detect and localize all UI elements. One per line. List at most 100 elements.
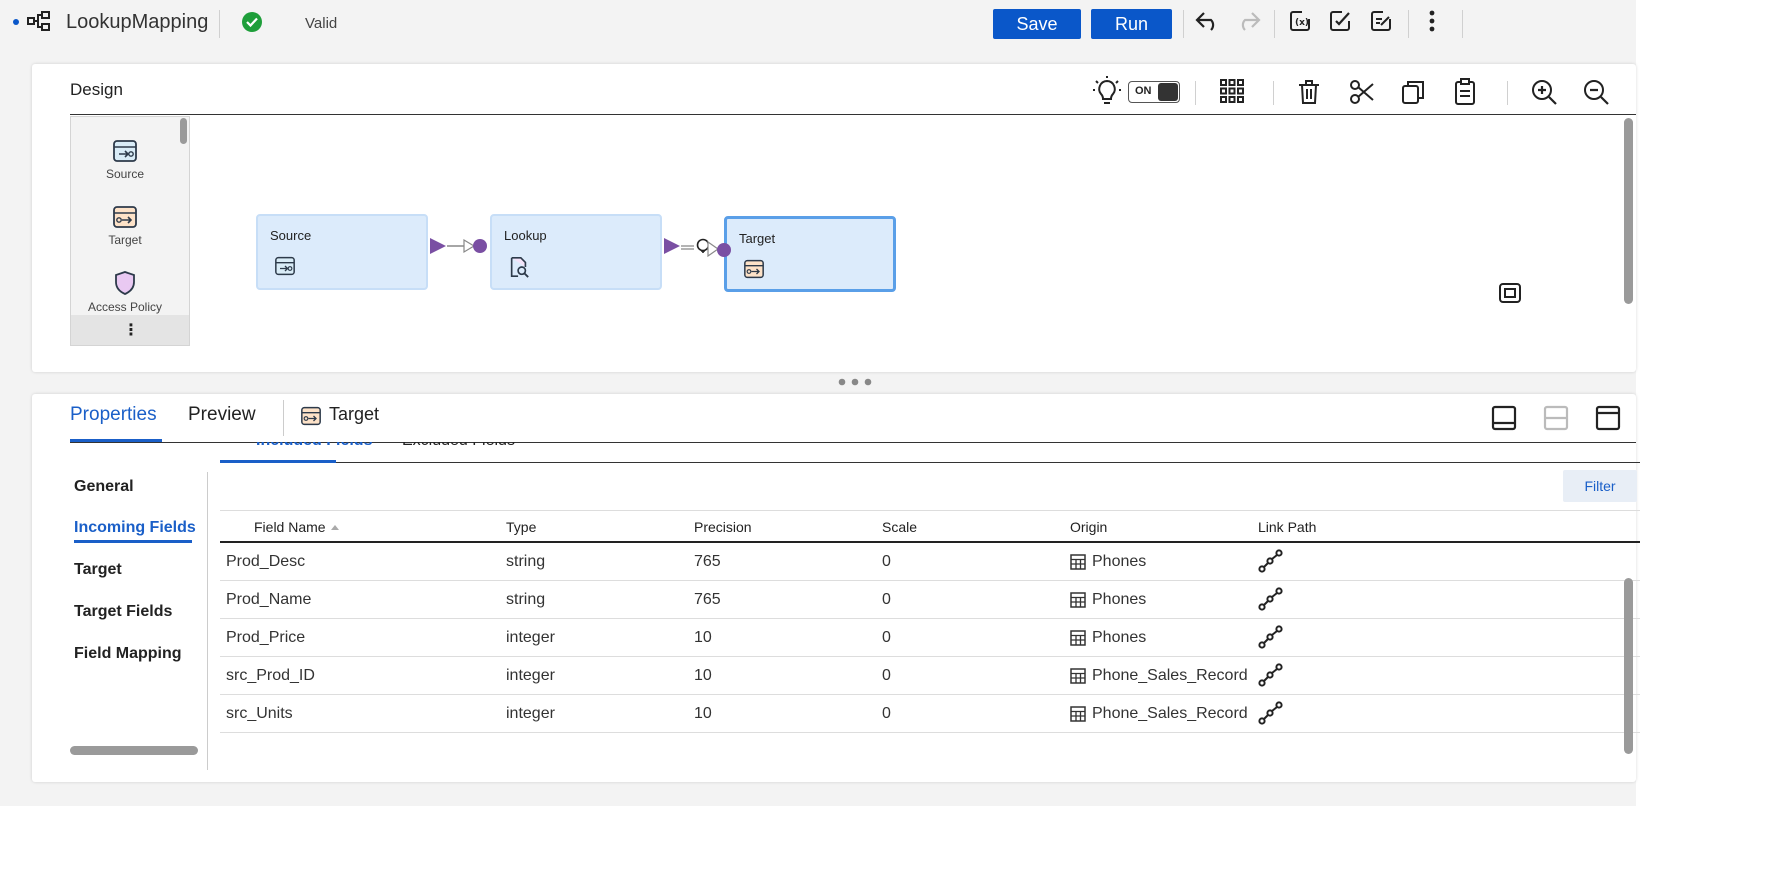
cell-field-name: Prod_Name [226, 591, 312, 608]
palette-label: Access Policy [87, 300, 163, 314]
subtab-included-fields[interactable]: Included Fields [256, 442, 372, 450]
undo-icon[interactable] [1193, 6, 1223, 36]
origin-name: Phones [1092, 629, 1147, 646]
sidebar-item-target[interactable]: Target [74, 561, 122, 579]
cell-type: integer [506, 705, 555, 722]
column-header-type[interactable]: Type [506, 519, 536, 535]
run-button[interactable]: Run [1091, 9, 1172, 39]
column-header-field-name[interactable]: Field Name [254, 519, 340, 535]
column-header-link-path[interactable]: Link Path [1258, 519, 1316, 535]
mapping-title[interactable]: LookupMapping [66, 11, 208, 34]
palette-more-button[interactable]: ⋮ [71, 315, 189, 345]
table-icon [1070, 706, 1086, 722]
link-path-icon[interactable] [1258, 625, 1284, 649]
paste-icon[interactable] [1453, 78, 1477, 106]
tab-properties[interactable]: Properties [70, 404, 157, 426]
subtabs: Included Fields Excluded Fields [220, 442, 1640, 460]
subtab-excluded-fields[interactable]: Excluded Fields [402, 442, 515, 450]
lookup-icon [508, 256, 530, 278]
more-icon[interactable] [1417, 6, 1447, 36]
palette-label: Source [105, 167, 145, 181]
properties-panel: Properties Preview Target General Incomi… [32, 394, 1640, 782]
maximize-panel-icon[interactable] [1595, 405, 1621, 431]
design-panel: Design ON Source Target Access Policy ⋮ … [32, 64, 1636, 372]
design-label: Design [70, 80, 123, 99]
sidebar-item-field-mapping[interactable]: Field Mapping [74, 645, 182, 663]
palette-item-access-policy[interactable]: Access Policy [71, 270, 179, 314]
table-icon [1070, 592, 1086, 608]
origin-name: Phone_Sales_Record [1092, 705, 1248, 722]
origin-name: Phones [1092, 553, 1147, 570]
node-source[interactable]: Source [256, 214, 428, 290]
save-button[interactable]: Save [993, 9, 1081, 39]
link-lookup-target[interactable] [662, 232, 734, 266]
node-label: Lookup [504, 228, 547, 243]
cell-scale: 0 [882, 629, 891, 646]
panel-resize-handle[interactable] [838, 378, 872, 386]
arrange-grid-icon[interactable] [1219, 78, 1245, 104]
table-vertical-scrollbar[interactable] [1624, 578, 1633, 754]
validate-icon[interactable] [1325, 6, 1355, 36]
table-icon [1070, 668, 1086, 684]
lightbulb-icon[interactable] [1092, 75, 1122, 107]
minimap-icon[interactable] [1499, 283, 1521, 303]
parameters-icon[interactable]: (x) [1285, 6, 1315, 36]
node-lookup[interactable]: Lookup [490, 214, 662, 290]
redo-icon[interactable] [1233, 6, 1263, 36]
zoom-in-icon[interactable] [1530, 78, 1558, 106]
split-view-icon[interactable] [1543, 405, 1569, 431]
link-source-lookup[interactable] [428, 232, 492, 262]
validation-status: Valid [305, 15, 338, 32]
origin-name: Phones [1092, 591, 1147, 608]
delete-icon[interactable] [1297, 79, 1321, 105]
selected-object-name: Target [329, 404, 380, 424]
column-header-origin[interactable]: Origin [1070, 519, 1107, 535]
sidebar-item-general[interactable]: General [74, 478, 134, 496]
cell-scale: 0 [882, 591, 891, 608]
sidebar-item-incoming-fields[interactable]: Incoming Fields [74, 519, 196, 537]
table-row[interactable]: src_Prod_ID integer 10 0 Phone_Sales_Record [220, 657, 1640, 695]
edit-summary-icon[interactable] [1366, 6, 1396, 36]
table-row[interactable]: src_Units integer 10 0 Phone_Sales_Record [220, 695, 1640, 733]
sidebar-horizontal-scrollbar[interactable] [70, 746, 198, 755]
link-path-icon[interactable] [1258, 663, 1284, 687]
link-path-icon[interactable] [1258, 701, 1284, 725]
cut-icon[interactable] [1349, 79, 1375, 105]
table-body: Prod_Desc string 765 0 Phones Prod_Name string… [220, 543, 1640, 733]
column-header-precision[interactable]: Precision [694, 519, 752, 535]
toggle-knob [1158, 83, 1178, 101]
tab-separator [283, 400, 284, 436]
table-icon [1070, 630, 1086, 646]
target-icon [300, 406, 322, 426]
cell-field-name: Prod_Desc [226, 553, 306, 570]
cell-precision: 10 [694, 667, 712, 684]
cell-type: string [506, 553, 546, 570]
subtab-divider [220, 462, 1640, 463]
canvas-scrollbar[interactable] [1624, 118, 1633, 304]
table-row[interactable]: Prod_Price integer 10 0 Phones [220, 619, 1640, 657]
copy-icon[interactable] [1401, 79, 1425, 105]
palette-item-target[interactable]: Target [71, 205, 179, 247]
table-row[interactable]: Prod_Name string 765 0 Phones [220, 581, 1640, 619]
svg-text:(x): (x) [1295, 18, 1309, 28]
sidebar-item-target-fields[interactable]: Target Fields [74, 603, 172, 621]
node-target[interactable]: Target [724, 216, 896, 292]
cell-scale: 0 [882, 705, 891, 722]
tab-preview[interactable]: Preview [188, 404, 256, 426]
link-path-icon[interactable] [1258, 587, 1284, 611]
table-row[interactable]: Prod_Desc string 765 0 Phones [220, 543, 1640, 581]
filter-button[interactable]: Filter [1563, 470, 1637, 502]
mapping-icon [26, 9, 52, 33]
recommendations-toggle[interactable]: ON [1128, 81, 1180, 103]
palette-item-source[interactable]: Source [71, 139, 179, 181]
dock-bottom-icon[interactable] [1491, 405, 1517, 431]
link-path-icon[interactable] [1258, 549, 1284, 573]
palette-scrollbar[interactable] [180, 118, 187, 144]
cell-type: string [506, 591, 546, 608]
cell-precision: 10 [694, 629, 712, 646]
shield-icon [71, 270, 179, 296]
design-divider [70, 114, 1636, 115]
column-header-scale[interactable]: Scale [882, 519, 917, 535]
zoom-out-icon[interactable] [1582, 78, 1610, 106]
valid-check-icon [242, 12, 262, 32]
